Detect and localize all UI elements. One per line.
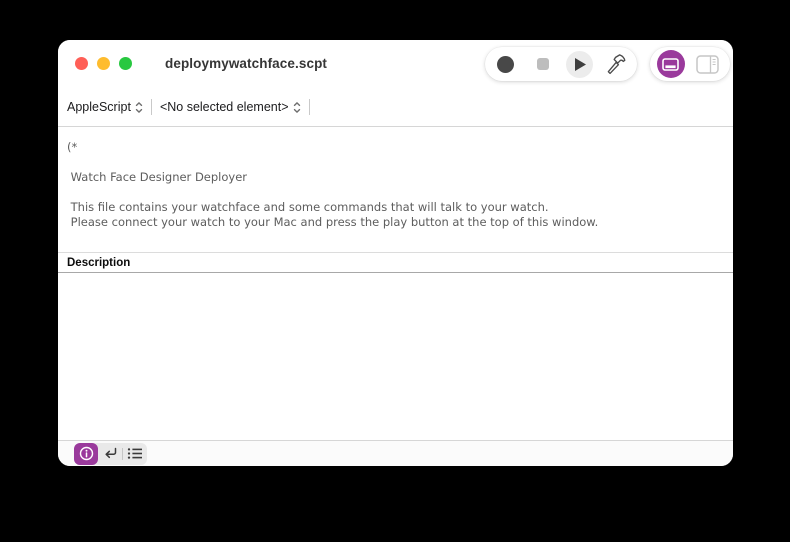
accessory-view-icon [662, 58, 679, 71]
event-log-segment-button[interactable] [123, 443, 147, 465]
run-controls-group [485, 47, 637, 81]
language-popup-label: AppleScript [67, 100, 131, 114]
element-popup[interactable]: <No selected element> [160, 100, 301, 114]
window-title: deploymywatchface.scpt [165, 40, 327, 88]
language-popup[interactable]: AppleScript [67, 100, 143, 114]
element-popup-label: <No selected element> [160, 100, 289, 114]
popup-chevrons-icon [135, 101, 143, 114]
show-bundle-contents-button[interactable] [691, 48, 723, 80]
script-text-area[interactable]: (* Watch Face Designer Deployer This fil… [58, 127, 733, 252]
record-icon [497, 56, 514, 73]
zoom-button[interactable] [119, 57, 132, 70]
minimize-button[interactable] [97, 57, 110, 70]
info-icon [79, 446, 94, 461]
run-button[interactable] [563, 48, 595, 80]
return-arrow-icon [103, 447, 118, 460]
navbar-divider [309, 99, 310, 115]
title-bar: deploymywatchface.scpt [58, 40, 733, 88]
description-header: Description [58, 252, 733, 273]
bottom-bar [58, 440, 733, 466]
bundle-contents-icon [696, 55, 719, 74]
accessory-view-segmented-control [74, 443, 147, 465]
show-accessory-view-button[interactable] [657, 50, 685, 78]
traffic-lights [75, 57, 132, 70]
stop-button[interactable] [527, 48, 559, 80]
result-segment-button[interactable] [98, 443, 122, 465]
popup-chevrons-icon [293, 101, 301, 114]
navbar-divider [151, 99, 152, 115]
view-toggles-group [650, 47, 730, 81]
script-editor-window: deploymywatchface.scpt [58, 40, 733, 466]
close-button[interactable] [75, 57, 88, 70]
compile-hammer-icon [604, 52, 629, 77]
description-segment-button[interactable] [74, 443, 98, 465]
play-icon [566, 51, 593, 78]
compile-button[interactable] [600, 48, 632, 80]
navigation-bar: AppleScript <No selected element> [58, 88, 733, 127]
stop-icon [537, 58, 549, 70]
record-button[interactable] [490, 48, 522, 80]
description-content-area[interactable] [58, 273, 733, 440]
description-header-label: Description [67, 257, 130, 269]
event-log-list-icon [127, 447, 143, 460]
